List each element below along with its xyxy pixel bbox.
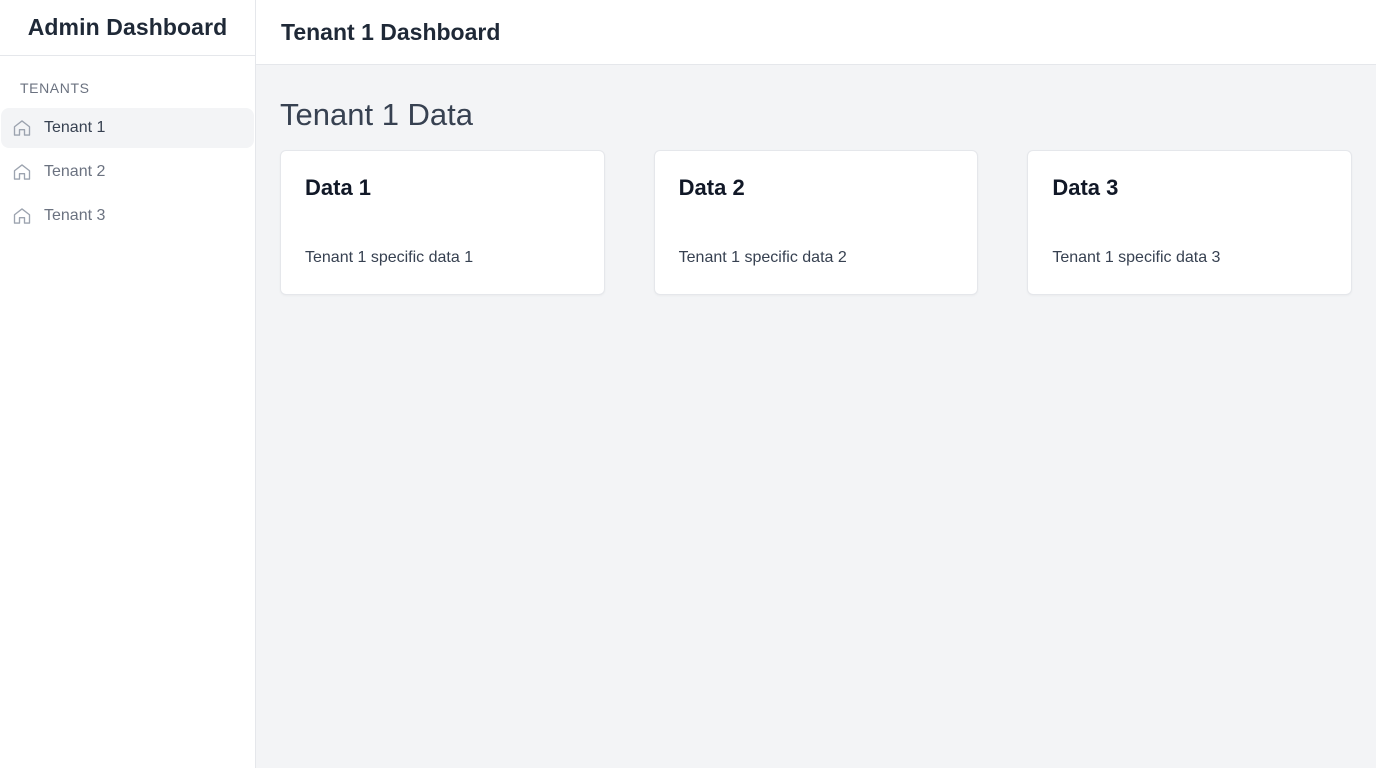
sidebar-item-tenant-2[interactable]: Tenant 2 xyxy=(1,152,254,192)
card-title: Data 3 xyxy=(1052,175,1119,200)
data-card: Data 2 Tenant 1 specific data 2 xyxy=(653,150,979,295)
home-icon xyxy=(12,162,32,182)
home-icon xyxy=(12,118,32,138)
card-text: Tenant 1 specific data 3 xyxy=(1052,249,1221,266)
data-card: Data 3 Tenant 1 specific data 3 xyxy=(1027,150,1352,295)
sidebar-item-tenant-1[interactable]: Tenant 1 xyxy=(1,108,254,148)
app-root: Admin Dashboard TENANTS Tenant 1 Tenant … xyxy=(0,0,1376,768)
card-text: Tenant 1 specific data 2 xyxy=(678,249,847,266)
content-area: Tenant 1 Data Data 1 Tenant 1 specific d… xyxy=(256,65,1376,295)
sidebar-item-label: Tenant 1 xyxy=(44,119,106,136)
card-title: Data 2 xyxy=(678,175,745,200)
home-icon xyxy=(12,206,32,226)
sidebar-item-label: Tenant 3 xyxy=(44,207,106,224)
sidebar-brand: Admin Dashboard xyxy=(0,0,255,56)
sidebar-nav: Tenant 1 Tenant 2 Tenant 3 xyxy=(0,100,255,236)
section-heading: Tenant 1 Data xyxy=(280,97,474,132)
data-card: Data 1 Tenant 1 specific data 1 xyxy=(280,150,605,295)
sidebar-section-label: TENANTS xyxy=(20,80,90,96)
main-panel: Tenant 1 Dashboard Tenant 1 Data Data 1 … xyxy=(256,0,1376,768)
sidebar-item-tenant-3[interactable]: Tenant 3 xyxy=(1,196,254,236)
page-title: Tenant 1 Dashboard xyxy=(281,18,501,45)
data-cards: Data 1 Tenant 1 specific data 1 Data 2 T… xyxy=(280,150,1352,295)
app-title: Admin Dashboard xyxy=(27,14,228,40)
top-header: Tenant 1 Dashboard xyxy=(256,0,1376,65)
sidebar: Admin Dashboard TENANTS Tenant 1 Tenant … xyxy=(0,0,256,768)
sidebar-item-label: Tenant 2 xyxy=(44,163,106,180)
card-title: Data 1 xyxy=(305,175,372,200)
card-text: Tenant 1 specific data 1 xyxy=(305,249,474,266)
